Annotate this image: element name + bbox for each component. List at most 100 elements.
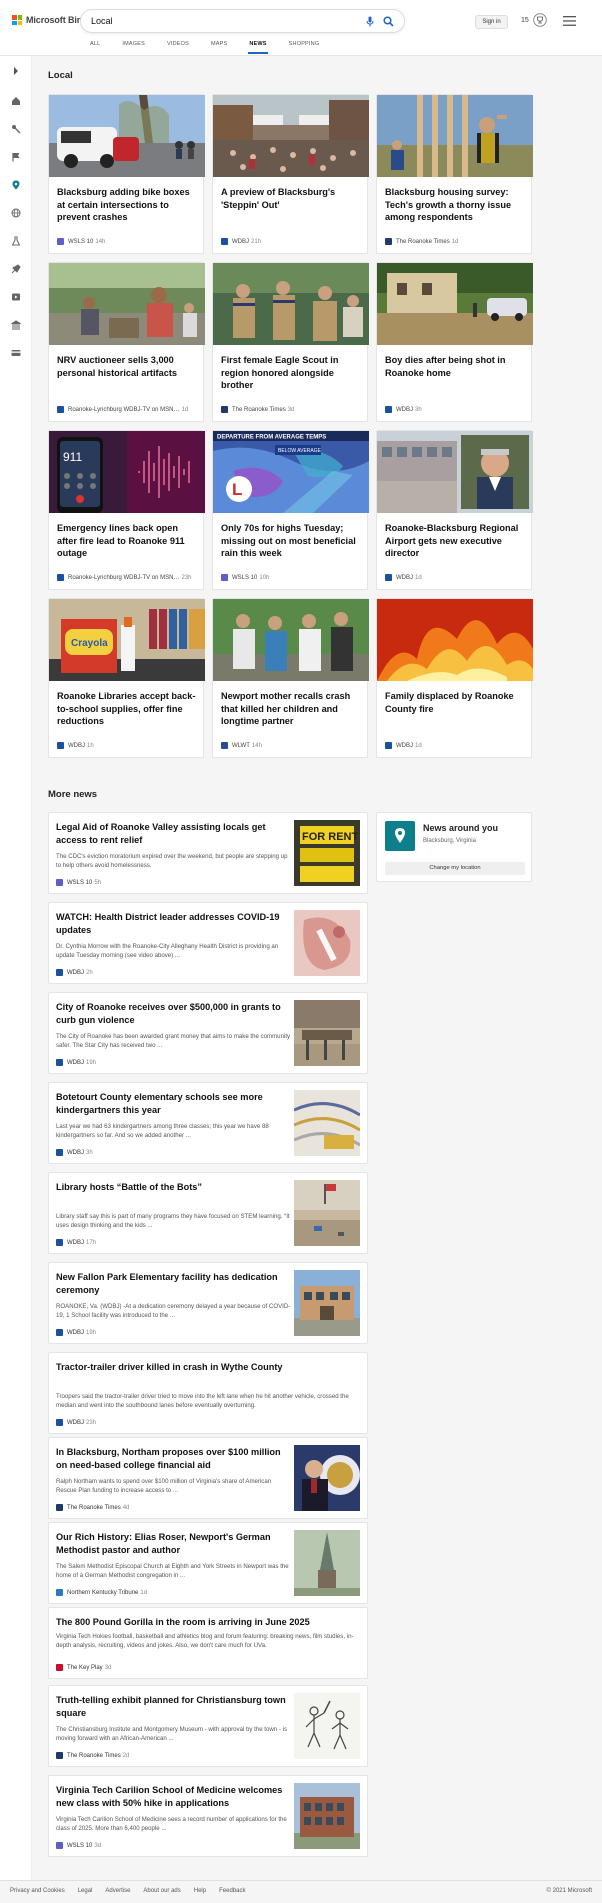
hamburger-menu-icon[interactable]: [563, 16, 576, 26]
news-title[interactable]: Truth-telling exhibit planned for Christ…: [56, 1694, 286, 1720]
svg-text:911: 911: [63, 450, 82, 464]
microphone-icon[interactable]: [366, 16, 374, 27]
news-item[interactable]: In Blacksburg, Northam proposes over $10…: [48, 1437, 368, 1519]
footer-link-help[interactable]: Help: [194, 1888, 206, 1894]
news-snippet: Virginia Tech Hokies football, basketbal…: [56, 1633, 354, 1649]
source-logo-icon: [57, 742, 64, 749]
news-item[interactable]: Truth-telling exhibit planned for Christ…: [48, 1685, 368, 1767]
expand-icon[interactable]: [11, 66, 21, 76]
news-title[interactable]: Virginia Tech Carilion School of Medicin…: [56, 1784, 286, 1810]
rewards-points[interactable]: 15: [521, 17, 529, 24]
news-title[interactable]: WATCH: Health District leader addresses …: [56, 911, 286, 937]
search-icon[interactable]: [383, 16, 394, 27]
news-title[interactable]: Legal Aid of Roanoke Valley assisting lo…: [56, 821, 286, 847]
news-title[interactable]: The 800 Pound Gorilla in the room is arr…: [56, 1616, 356, 1629]
footer-link-advertise[interactable]: Advertise: [105, 1888, 130, 1894]
tab-news[interactable]: NEWS: [248, 41, 269, 55]
card-title[interactable]: NRV auctioneer sells 3,000 personal hist…: [57, 354, 197, 379]
news-item[interactable]: Virginia Tech Carilion School of Medicin…: [48, 1775, 368, 1857]
card-title[interactable]: Family displaced by Roanoke County fire: [385, 690, 525, 715]
search-input[interactable]: Local: [91, 16, 113, 26]
news-item[interactable]: The 800 Pound Gorilla in the room is arr…: [48, 1607, 368, 1679]
news-thumbnail: [294, 1530, 360, 1596]
world-icon[interactable]: [11, 208, 21, 218]
source-name: The Roanoke Times: [67, 1504, 121, 1511]
local-card[interactable]: Roanoke-Blacksburg Regional Airport gets…: [376, 430, 533, 590]
news-item[interactable]: City of Roanoke receives over $500,000 i…: [48, 992, 368, 1074]
card-title[interactable]: A preview of Blacksburg's 'Steppin' Out': [221, 186, 361, 211]
card-title[interactable]: Blacksburg adding bike boxes at certain …: [57, 186, 197, 224]
local-card[interactable]: NRV auctioneer sells 3,000 personal hist…: [48, 262, 205, 422]
card-title[interactable]: Only 70s for highs Tuesday; missing out …: [221, 522, 361, 560]
home-icon[interactable]: [11, 96, 21, 106]
local-card[interactable]: DEPARTURE FROM AVERAGE TEMPS BELOW AVERA…: [212, 430, 369, 590]
news-item[interactable]: Tractor-trailer driver killed in crash i…: [48, 1352, 368, 1434]
tab-shopping[interactable]: SHOPPING: [289, 41, 320, 55]
tech-icon[interactable]: [11, 264, 21, 274]
local-card[interactable]: Blacksburg housing survey: Tech's growth…: [376, 94, 533, 254]
source-time: 14h: [251, 742, 262, 749]
news-title[interactable]: In Blacksburg, Northam proposes over $10…: [56, 1446, 286, 1472]
news-source: Northern Kentucky Tribune 1d: [56, 1589, 147, 1596]
footer-link-feedback[interactable]: Feedback: [219, 1888, 245, 1894]
search-box[interactable]: Local: [80, 9, 405, 33]
local-card[interactable]: 911 Emergency lines back open after fire…: [48, 430, 205, 590]
source-logo-icon: [221, 574, 228, 581]
source-logo-icon: [56, 1504, 63, 1511]
card-source: WDBJ 21h: [221, 238, 261, 245]
news-title[interactable]: Library hosts “Battle of the Bots”: [56, 1181, 286, 1194]
change-location-button[interactable]: Change my location: [385, 862, 525, 875]
news-source: The Roanoke Times 4d: [56, 1504, 129, 1511]
card-title[interactable]: Blacksburg housing survey: Tech's growth…: [385, 186, 525, 224]
news-item[interactable]: Our Rich History: Elias Roser, Newport's…: [48, 1522, 368, 1604]
local-pin-icon[interactable]: [11, 180, 21, 190]
news-thumbnail: [294, 1180, 360, 1246]
brand-name: Microsoft Bing: [26, 15, 88, 25]
card-image: [377, 263, 533, 345]
card-title[interactable]: Boy dies after being shot in Roanoke hom…: [385, 354, 525, 379]
flag-icon[interactable]: [11, 152, 21, 162]
tab-images[interactable]: IMAGES: [122, 41, 145, 55]
card-title[interactable]: First female Eagle Scout in region honor…: [221, 354, 361, 392]
tab-all[interactable]: ALL: [90, 41, 100, 55]
rewards-trophy-icon[interactable]: [533, 13, 547, 27]
card-title[interactable]: Emergency lines back open after fire lea…: [57, 522, 197, 560]
money-icon[interactable]: [11, 348, 21, 358]
footer-link-privacy[interactable]: Privacy and Cookies: [10, 1888, 65, 1894]
news-title[interactable]: City of Roanoke receives over $500,000 i…: [56, 1001, 286, 1027]
local-card[interactable]: Newport mother recalls crash that killed…: [212, 598, 369, 758]
sports-icon[interactable]: [11, 124, 21, 134]
science-icon[interactable]: [11, 236, 21, 246]
news-item[interactable]: New Fallon Park Elementary facility has …: [48, 1262, 368, 1344]
bing-logo[interactable]: Microsoft Bing: [12, 15, 88, 25]
news-title[interactable]: New Fallon Park Elementary facility has …: [56, 1271, 286, 1297]
source-name: WLWT: [232, 742, 250, 749]
politics-icon[interactable]: [11, 320, 21, 330]
news-title[interactable]: Botetourt County elementary schools see …: [56, 1091, 286, 1117]
news-title[interactable]: Tractor-trailer driver killed in crash i…: [56, 1361, 286, 1374]
source-logo-icon: [56, 1589, 63, 1596]
local-card[interactable]: A preview of Blacksburg's 'Steppin' Out'…: [212, 94, 369, 254]
source-time: 19h: [86, 1059, 97, 1066]
local-card[interactable]: Family displaced by Roanoke County fire …: [376, 598, 533, 758]
news-snippet: Virginia Tech Carilion School of Medicin…: [56, 1816, 287, 1832]
card-title[interactable]: Roanoke-Blacksburg Regional Airport gets…: [385, 522, 525, 560]
local-card[interactable]: Boy dies after being shot in Roanoke hom…: [376, 262, 533, 422]
card-title[interactable]: Newport mother recalls crash that killed…: [221, 690, 361, 728]
sign-in-button[interactable]: Sign in: [475, 15, 508, 29]
tab-videos[interactable]: VIDEOS: [167, 41, 189, 55]
entertainment-icon[interactable]: [11, 292, 21, 302]
local-card[interactable]: Crayola Roanoke Libraries accept back-to…: [48, 598, 205, 758]
local-card[interactable]: First female Eagle Scout in region honor…: [212, 262, 369, 422]
news-item[interactable]: Botetourt County elementary schools see …: [48, 1082, 368, 1164]
rent-sign-text: FOR RENT: [302, 831, 359, 843]
news-item[interactable]: Library hosts “Battle of the Bots” Libra…: [48, 1172, 368, 1254]
tab-maps[interactable]: MAPS: [211, 41, 227, 55]
news-item[interactable]: WATCH: Health District leader addresses …: [48, 902, 368, 984]
footer-link-legal[interactable]: Legal: [78, 1888, 93, 1894]
footer-link-about-ads[interactable]: About our ads: [143, 1888, 180, 1894]
local-card[interactable]: Blacksburg adding bike boxes at certain …: [48, 94, 205, 254]
card-title[interactable]: Roanoke Libraries accept back-to-school …: [57, 690, 197, 728]
news-item[interactable]: Legal Aid of Roanoke Valley assisting lo…: [48, 812, 368, 894]
news-title[interactable]: Our Rich History: Elias Roser, Newport's…: [56, 1531, 286, 1557]
